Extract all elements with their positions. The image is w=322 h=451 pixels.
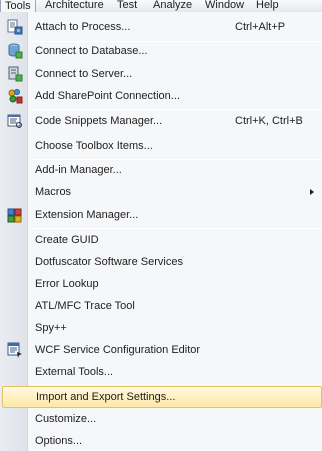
menu-item-shortcut: Ctrl+K, Ctrl+B [235,115,303,127]
menu-item-shortcut: Ctrl+Alt+P [235,21,286,33]
menu-item-label: Connect to Server... [35,68,133,80]
menu-item-customize[interactable]: Customize... [0,408,322,430]
menubar-analyze[interactable]: Analyze [149,0,196,12]
menu-item-label: Add-in Manager... [35,164,122,176]
menu-item-code-snippets-manager[interactable]: Code Snippets Manager... Ctrl+K, Ctrl+B [0,110,322,132]
menu-item-label: Options... [35,435,83,447]
menu-item-label: Spy++ [35,322,67,334]
menu-item-label: Attach to Process... [35,21,131,33]
menu-item-import-export-settings[interactable]: Import and Export Settings... [2,386,322,408]
menu-item-macros[interactable]: Macros [0,181,322,203]
menubar-window[interactable]: Window [201,0,248,12]
menu-item-dotfuscator[interactable]: Dotfuscator Software Services [0,251,322,273]
code-snippets-icon [7,113,23,129]
menu-item-add-in-manager[interactable]: Add-in Manager... [0,159,322,181]
submenu-arrow-icon [310,189,314,195]
menu-item-label: Customize... [35,413,97,425]
menu-separator [32,384,322,385]
menu-item-label: Connect to Database... [35,45,148,57]
menu-item-label: Extension Manager... [35,209,139,221]
menu-item-wcf-service-configuration-editor[interactable]: WCF Service Configuration Editor [0,339,322,361]
menu-item-label: Macros [35,186,72,198]
menubar-tools[interactable]: Tools [0,0,36,12]
menu-item-label: Code Snippets Manager... [35,115,163,127]
menu-item-label: Choose Toolbox Items... [35,140,153,152]
menu-item-label: Import and Export Settings... [36,391,176,403]
menu-item-connect-to-server[interactable]: Connect to Server... [0,63,322,85]
menubar-help[interactable]: Help [252,0,283,12]
menu-item-label: Dotfuscator Software Services [35,256,183,268]
tools-dropdown-menu: Attach to Process... Ctrl+Alt+P Connect … [0,12,322,451]
sharepoint-icon [7,88,23,104]
database-icon [7,43,23,59]
menu-item-choose-toolbox-items[interactable]: Choose Toolbox Items... [0,135,322,157]
menu-item-atl-mfc-trace-tool[interactable]: ATL/MFC Trace Tool [0,295,322,317]
menubar-architecture[interactable]: Architecture [41,0,108,12]
menu-item-connect-to-database[interactable]: Connect to Database... [0,40,322,62]
menu-item-external-tools[interactable]: External Tools... [0,361,322,383]
menu-item-error-lookup[interactable]: Error Lookup [0,273,322,295]
extension-manager-icon [7,207,23,223]
menu-item-spy[interactable]: Spy++ [0,317,322,339]
server-icon [7,66,23,82]
menu-item-extension-manager[interactable]: Extension Manager... [0,204,322,226]
wcf-config-icon [7,342,23,358]
attach-process-icon [7,19,23,35]
menu-item-options[interactable]: Options... [0,430,322,451]
menu-item-create-guid[interactable]: Create GUID [0,229,322,251]
menu-item-attach-to-process[interactable]: Attach to Process... Ctrl+Alt+P [0,16,322,38]
menu-bar: Tools Architecture Test Analyze Window H… [0,0,322,12]
menu-item-label: Add SharePoint Connection... [35,90,180,102]
menubar-test[interactable]: Test [113,0,141,12]
menu-item-label: Create GUID [35,234,99,246]
menu-item-label: ATL/MFC Trace Tool [35,300,135,312]
menu-item-label: WCF Service Configuration Editor [35,344,201,356]
menu-item-label: External Tools... [35,366,114,378]
menu-item-add-sharepoint-connection[interactable]: Add SharePoint Connection... [0,85,322,107]
menu-item-label: Error Lookup [35,278,99,290]
